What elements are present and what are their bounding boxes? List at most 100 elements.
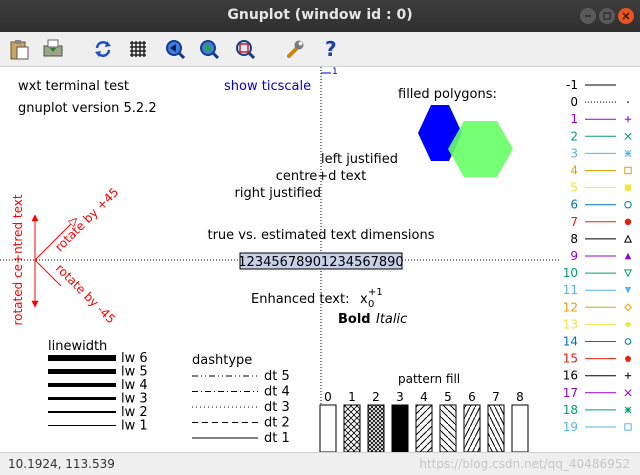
linetype-label: 9 — [570, 249, 578, 263]
help-icon: ? — [325, 38, 337, 60]
sample-string: 12345678901234567890 — [238, 255, 403, 270]
linetype-label: 15 — [563, 352, 578, 366]
toolbar: ? — [0, 32, 640, 67]
point-marker — [624, 218, 632, 225]
printer-icon — [43, 39, 63, 57]
point-marker — [624, 338, 632, 345]
enhanced-base: x — [360, 292, 368, 307]
dashtype-label: dt 1 — [264, 431, 290, 446]
zoom-back-icon — [166, 40, 185, 59]
pattern-label: 0 — [324, 390, 332, 404]
minimize-icon — [585, 15, 591, 17]
close-button[interactable] — [618, 8, 634, 24]
next-zoom-button[interactable] — [196, 36, 222, 62]
pattern-swatch — [463, 404, 481, 453]
plot-canvas: wxt terminal test gnuplot version 5.2.2 … — [0, 67, 633, 453]
print-button[interactable] — [40, 36, 66, 62]
close-icon — [622, 12, 630, 20]
point-marker — [624, 321, 632, 328]
show-ticscale-label: show ticscale — [224, 79, 311, 94]
linewidth-title: linewidth — [48, 339, 107, 354]
linetype-label: 8 — [570, 232, 578, 246]
maximize-icon — [603, 12, 611, 20]
previous-zoom-button[interactable] — [162, 36, 188, 62]
pattern-label: 2 — [372, 390, 380, 404]
linetype-label: 3 — [570, 146, 578, 160]
rotate-plus-45-text: rotate by +45 — [52, 185, 121, 254]
header-line-1: wxt terminal test — [18, 79, 129, 94]
replot-button[interactable] — [90, 36, 116, 62]
clipboard-icon — [10, 40, 29, 60]
left-justified-text: left justified — [321, 152, 398, 167]
minimize-button[interactable] — [580, 8, 596, 24]
point-marker — [623, 234, 633, 243]
pattern-swatch — [391, 404, 409, 453]
italic-text: Italic — [376, 312, 407, 327]
linetype-label: 16 — [563, 369, 578, 383]
dashtype-label: dt 2 — [264, 416, 290, 431]
plot-area[interactable]: wxt terminal test gnuplot version 5.2.2 … — [0, 67, 640, 453]
linetype-label: -1 — [566, 78, 578, 92]
window-title: Gnuplot (window id : 0) — [227, 7, 413, 23]
pattern-swatch — [367, 404, 385, 453]
linetype-label: 1 — [570, 112, 578, 126]
gnuplot-window: Gnuplot (window id : 0) ? wxt terminal t… — [0, 0, 640, 475]
enhanced-sup: +1 — [368, 287, 383, 298]
centred-text: centre+d text — [276, 169, 366, 184]
point-marker — [624, 423, 632, 431]
dashtype-samples: dt 5dt 4dt 3dt 2dt 1 — [192, 369, 290, 446]
grid-icon — [130, 41, 146, 57]
svg-text:?: ? — [325, 38, 337, 60]
pattern-label: 1 — [348, 390, 356, 404]
pattern-swatch — [319, 404, 337, 453]
point-marker — [624, 201, 632, 209]
pattern-swatch — [415, 404, 433, 453]
pattern-swatch — [487, 404, 505, 453]
wrench-icon — [287, 40, 304, 58]
point-marker — [623, 269, 633, 278]
rotate-minus-45-text: rotate by -45 — [53, 261, 118, 326]
dashtype-label: dt 3 — [264, 400, 290, 415]
help-button[interactable]: ? — [318, 36, 344, 62]
toggle-grid-button[interactable] — [125, 36, 151, 62]
autoscale-button[interactable] — [232, 36, 258, 62]
pattern-swatch — [511, 404, 529, 453]
enhanced-label: Enhanced text: — [251, 292, 349, 307]
maximize-button[interactable] — [599, 8, 615, 24]
preferences-button[interactable] — [282, 36, 308, 62]
copy-to-clipboard-button[interactable] — [6, 36, 32, 62]
pattern-label: 4 — [420, 390, 428, 404]
linetype-label: 17 — [563, 386, 578, 400]
point-marker — [624, 252, 632, 260]
pattern-label: 7 — [492, 390, 500, 404]
linetype-label: 6 — [570, 198, 578, 212]
rotated-centred-text: rotated ce+ntred text — [11, 194, 25, 325]
bold-text: Bold — [338, 312, 371, 327]
dashtype-title: dashtype — [192, 353, 252, 368]
title-bar[interactable]: Gnuplot (window id : 0) — [0, 0, 640, 32]
linetype-label: 19 — [563, 420, 578, 434]
linewidth-label: lw 1 — [121, 419, 148, 434]
point-marker — [624, 287, 632, 294]
text-dimensions-title: true vs. estimated text dimensions — [207, 228, 434, 243]
linetype-legend: -1012345678910111213141516171819 — [563, 78, 633, 434]
linetype-label: 2 — [570, 129, 578, 143]
point-marker — [627, 101, 629, 103]
zoom-fit-icon — [236, 40, 255, 59]
pattern-label: 3 — [396, 390, 404, 404]
point-marker — [624, 303, 632, 312]
pattern-fill-title: pattern fill — [398, 372, 460, 386]
status-bar: 10.1924, 113.539 https://blog.csdn.net/q… — [0, 452, 640, 475]
pattern-label: 6 — [468, 390, 476, 404]
linetype-label: 7 — [570, 215, 578, 229]
linetype-label: 11 — [563, 283, 578, 297]
watermark-text: https://blog.csdn.net/qq_40486952 — [419, 457, 630, 471]
linetype-label: 12 — [563, 300, 578, 314]
header-line-2: gnuplot version 5.2.2 — [18, 101, 157, 116]
point-marker — [624, 355, 632, 362]
linetype-label: 4 — [570, 164, 578, 178]
right-justified-text: right justified — [235, 186, 321, 201]
dashtype-label: dt 4 — [264, 385, 290, 400]
pattern-label: 5 — [444, 390, 452, 404]
filled-polygons-label: filled polygons: — [398, 87, 497, 102]
